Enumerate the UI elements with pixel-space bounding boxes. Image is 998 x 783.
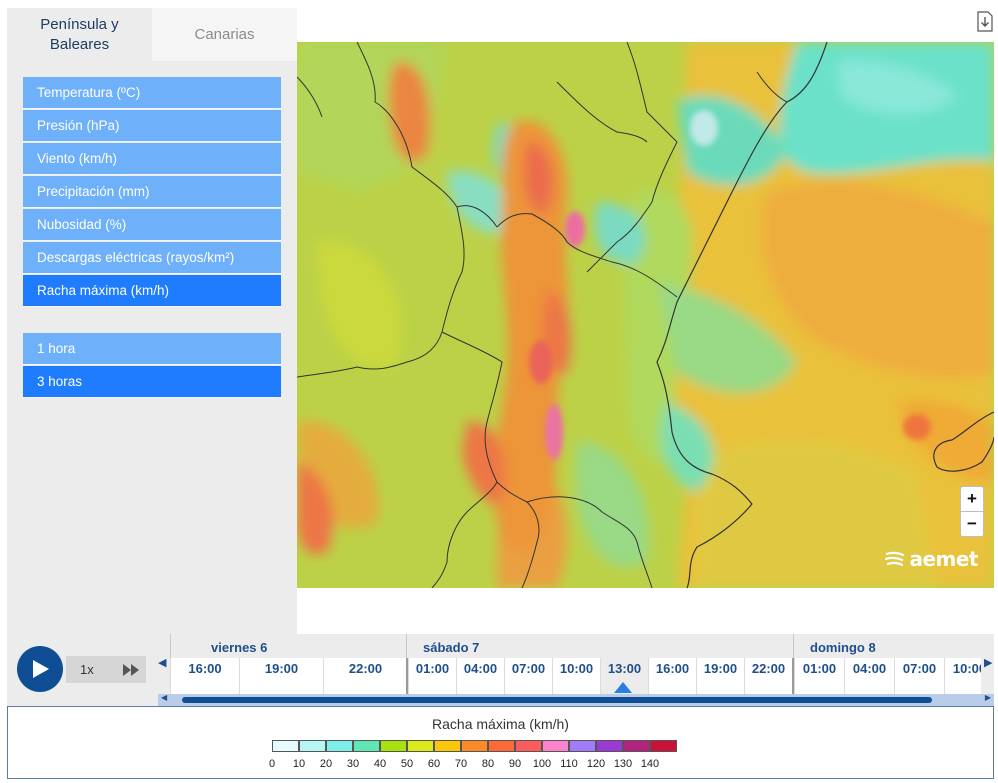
selected-time-marker-icon bbox=[614, 682, 632, 693]
hour-slot[interactable]: 04:00 bbox=[844, 658, 894, 694]
interval-label: 3 horas bbox=[37, 374, 83, 389]
hour-slot[interactable]: 07:00 bbox=[504, 658, 552, 694]
variable-label: Racha máxima (km/h) bbox=[37, 283, 170, 298]
forecast-map[interactable]: + − aemet bbox=[297, 42, 994, 588]
variable-presion-button[interactable]: Presión (hPa) bbox=[23, 110, 281, 142]
variable-descargas-button[interactable]: Descargas eléctricas (rayos/km²) bbox=[23, 242, 281, 274]
legend-label: 50 bbox=[400, 758, 414, 770]
legend-label: 30 bbox=[346, 758, 360, 770]
playback-speed-control[interactable]: 1x bbox=[66, 656, 146, 683]
zoom-in-button[interactable]: + bbox=[960, 486, 984, 512]
legend-swatches bbox=[272, 740, 677, 752]
legend-swatch bbox=[542, 740, 569, 752]
download-icon[interactable] bbox=[977, 11, 993, 32]
legend-swatch bbox=[353, 740, 380, 752]
play-icon bbox=[33, 660, 49, 678]
tab-peninsula-label: Península y Baleares bbox=[40, 15, 119, 53]
hour-slot[interactable]: 01:00 bbox=[408, 658, 456, 694]
legend-label: 70 bbox=[454, 758, 468, 770]
hour-slot[interactable]: 16:00 bbox=[648, 658, 696, 694]
legend-label: 10 bbox=[292, 758, 306, 770]
variable-label: Descargas eléctricas (rayos/km²) bbox=[37, 250, 235, 265]
legend-swatch bbox=[515, 740, 542, 752]
hour-slot[interactable]: 10:00 bbox=[944, 658, 981, 694]
playback-speed-label: 1x bbox=[80, 662, 94, 677]
hour-slot[interactable]: 10:00 bbox=[552, 658, 600, 694]
legend-title: Racha máxima (km/h) bbox=[432, 716, 569, 732]
tab-canarias[interactable]: Canarias bbox=[152, 8, 297, 61]
variable-label: Nubosidad (%) bbox=[37, 217, 127, 232]
timeline-bar: 1x ◀ ▶ viernes 6 sábado 7 domingo 8 16:0… bbox=[7, 634, 994, 706]
legend-swatch bbox=[596, 740, 623, 752]
legend-swatch bbox=[650, 740, 677, 752]
legend-label: 140 bbox=[640, 758, 660, 770]
day-label: sábado 7 bbox=[406, 634, 793, 658]
legend-swatch bbox=[434, 740, 461, 752]
legend-swatch bbox=[488, 740, 515, 752]
legend-swatch bbox=[407, 740, 434, 752]
hour-slot[interactable]: 04:00 bbox=[456, 658, 504, 694]
legend-label: 40 bbox=[373, 758, 387, 770]
legend-label: 20 bbox=[319, 758, 333, 770]
hour-slot[interactable]: 22:00 bbox=[323, 658, 407, 694]
legend-labels: 0 10 20 30 40 50 60 70 80 90 100 110 120 130 140 bbox=[264, 758, 704, 772]
variable-label: Precipitación (mm) bbox=[37, 184, 150, 199]
variable-racha-maxima-button[interactable]: Racha máxima (km/h) bbox=[23, 275, 281, 307]
legend-label: 130 bbox=[613, 758, 633, 770]
timeline-scrollbar[interactable]: ◀ ▶ bbox=[158, 693, 994, 706]
fast-forward-icon[interactable] bbox=[123, 664, 139, 676]
tab-peninsula-baleares[interactable]: Península y Baleares bbox=[7, 8, 152, 61]
aemet-logo-text: aemet bbox=[909, 547, 978, 571]
legend-label: 100 bbox=[532, 758, 552, 770]
legend-swatch bbox=[623, 740, 650, 752]
interval-label: 1 hora bbox=[37, 341, 76, 356]
zoom-in-icon: + bbox=[967, 489, 977, 508]
legend-label: 110 bbox=[560, 758, 578, 770]
hour-slot[interactable]: 01:00 bbox=[794, 658, 844, 694]
aemet-logo: aemet bbox=[885, 547, 978, 571]
legend-swatch bbox=[272, 740, 299, 752]
hour-slot[interactable]: 07:00 bbox=[894, 658, 944, 694]
legend-swatch bbox=[569, 740, 596, 752]
day-label: domingo 8 bbox=[793, 634, 981, 658]
legend-label: 90 bbox=[508, 758, 522, 770]
play-button[interactable] bbox=[17, 646, 63, 692]
zoom-out-button[interactable]: − bbox=[960, 511, 984, 537]
interval-1-hora-button[interactable]: 1 hora bbox=[23, 333, 281, 365]
hour-slot[interactable]: 16:00 bbox=[170, 658, 239, 694]
wind-gust-map-layer bbox=[297, 42, 994, 588]
variable-nubosidad-button[interactable]: Nubosidad (%) bbox=[23, 209, 281, 241]
zoom-out-icon: − bbox=[967, 514, 977, 533]
variable-label: Viento (km/h) bbox=[37, 151, 118, 166]
sidebar: Península y Baleares Canarias Temperatur… bbox=[7, 8, 297, 634]
tab-canarias-label: Canarias bbox=[194, 25, 255, 43]
timeline-prev-arrow-icon[interactable]: ◀ bbox=[158, 656, 166, 669]
aemet-logo-icon bbox=[885, 551, 905, 567]
legend-label: 120 bbox=[586, 758, 606, 770]
timeline-next-arrow-icon[interactable]: ▶ bbox=[984, 656, 992, 669]
legend-label: 80 bbox=[481, 758, 495, 770]
variable-viento-button[interactable]: Viento (km/h) bbox=[23, 143, 281, 175]
scroll-right-arrow-icon[interactable]: ▶ bbox=[985, 693, 991, 702]
variable-label: Temperatura (ºC) bbox=[37, 85, 141, 100]
legend-swatch bbox=[461, 740, 488, 752]
hour-slot[interactable]: 22:00 bbox=[744, 658, 792, 694]
hour-slot[interactable]: 19:00 bbox=[696, 658, 744, 694]
timeline-hours-row: 16:00 19:00 22:00 01:00 04:00 07:00 10:0… bbox=[170, 658, 981, 694]
legend-swatch bbox=[299, 740, 326, 752]
legend-label: 0 bbox=[268, 758, 276, 770]
legend-swatch bbox=[326, 740, 353, 752]
variable-precipitacion-button[interactable]: Precipitación (mm) bbox=[23, 176, 281, 208]
timeline-scrollbar-thumb[interactable] bbox=[182, 697, 932, 703]
variable-label: Presión (hPa) bbox=[37, 118, 120, 133]
timeline-days-row: viernes 6 sábado 7 domingo 8 bbox=[170, 634, 981, 658]
color-legend: Racha máxima (km/h) 0 10 20 30 40 50 60 70 80 90 1… bbox=[7, 706, 994, 779]
interval-3-horas-button[interactable]: 3 horas bbox=[23, 366, 281, 398]
variable-temperatura-button[interactable]: Temperatura (ºC) bbox=[23, 77, 281, 109]
legend-swatch bbox=[380, 740, 407, 752]
scroll-left-arrow-icon[interactable]: ◀ bbox=[161, 693, 167, 702]
legend-label: 60 bbox=[427, 758, 441, 770]
day-label: viernes 6 bbox=[170, 634, 406, 658]
hour-slot[interactable]: 19:00 bbox=[239, 658, 323, 694]
